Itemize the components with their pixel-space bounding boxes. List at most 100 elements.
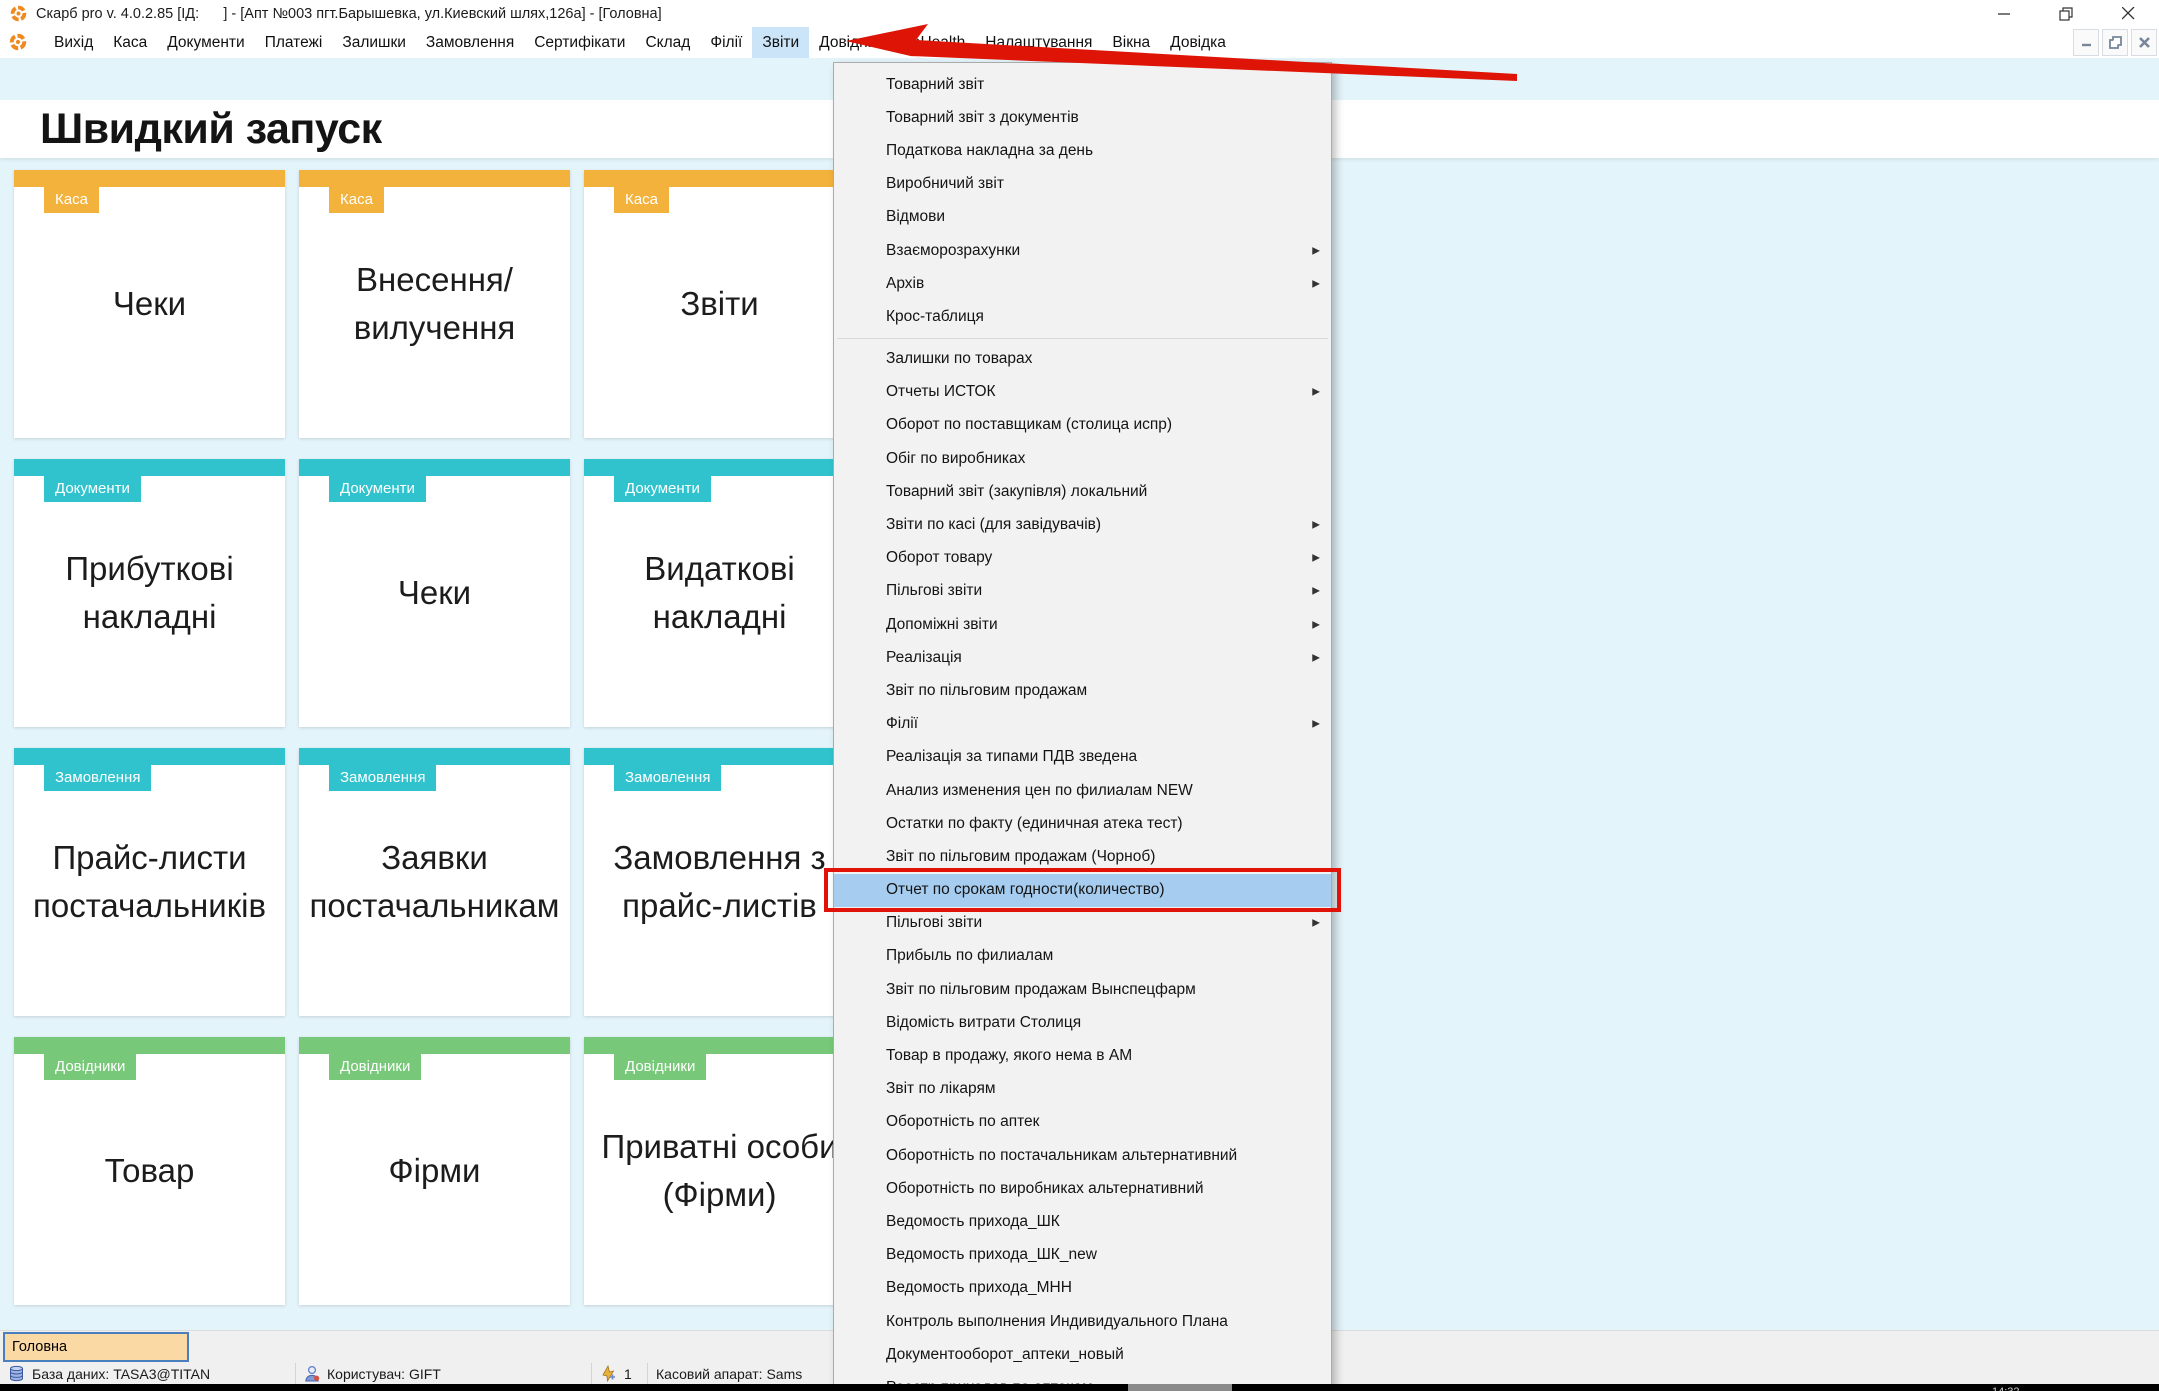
dropdown-menu-item[interactable]: Звіт по лікарям ▶ — [834, 1073, 1331, 1106]
menubar-item[interactable]: Платежі — [255, 27, 333, 58]
dropdown-menu-item[interactable]: Відмови ▶ — [834, 201, 1331, 234]
dropdown-item-label: Ведомость прихода_ШК — [886, 1213, 1060, 1231]
close-button[interactable] — [2097, 0, 2159, 27]
menubar-item[interactable]: Налаштування — [975, 27, 1102, 58]
quick-launch-tile[interactable]: Довідники Товар — [14, 1037, 285, 1305]
user-icon — [304, 1365, 320, 1382]
page-title: Швидкий запуск — [40, 105, 382, 154]
os-taskbar[interactable]: 14:32 — [0, 1384, 2159, 1391]
quick-launch-tile[interactable]: Документи Чеки — [299, 459, 570, 727]
tile-category-bar — [584, 459, 855, 476]
quick-launch-tile[interactable]: Замовлення Замовлення з прайс-листів — [584, 748, 855, 1016]
dropdown-menu-item[interactable]: Оборотність по постачальникам альтернати… — [834, 1139, 1331, 1172]
dropdown-menu-item[interactable]: Контроль выполнения Индивидуального План… — [834, 1305, 1331, 1338]
tile-category-bar — [14, 748, 285, 765]
dropdown-menu-item[interactable]: Оборот по поставщикам (столица испр) ▶ — [834, 409, 1331, 442]
menubar-item-label: Залишки — [342, 34, 406, 52]
dropdown-item-label: Реалізація за типами ПДВ зведена — [886, 748, 1137, 766]
menubar-item-label: Сертифікати — [534, 34, 625, 52]
dropdown-menu-item[interactable]: Виробничий звіт ▶ — [834, 168, 1331, 201]
menubar-item[interactable]: Вихід — [44, 27, 103, 58]
dropdown-menu-item[interactable]: Анализ изменения цен по филиалам NEW ▶ — [834, 774, 1331, 807]
dropdown-menu-item[interactable]: Остатки по факту (единичная атека тест) … — [834, 807, 1331, 840]
quick-launch-tile[interactable]: Довідники Приватні особи (Фірми) — [584, 1037, 855, 1305]
dropdown-menu-item[interactable]: ▶ — [834, 334, 1331, 343]
menubar-item[interactable]: Вікна — [1102, 27, 1160, 58]
quick-launch-tile[interactable]: Довідники Фірми — [299, 1037, 570, 1305]
status-cash-register-count: 1 — [592, 1363, 648, 1384]
dropdown-menu-item[interactable]: Податкова накладна за день ▶ — [834, 134, 1331, 167]
dropdown-menu-item[interactable]: Відомість витрати Столиця ▶ — [834, 1006, 1331, 1039]
dropdown-menu-item[interactable]: Пільгові звіти ▶ — [834, 575, 1331, 608]
dropdown-menu-item[interactable]: Реалізація ▶ — [834, 641, 1331, 674]
taskbar-clock: 14:32 — [1992, 1386, 2020, 1391]
dropdown-menu-item[interactable]: Товарний звіт з документів ▶ — [834, 101, 1331, 134]
menubar-item-label: Документи — [167, 34, 244, 52]
dropdown-menu-item[interactable]: Товар в продажу, якого нема в АМ ▶ — [834, 1039, 1331, 1072]
mdi-minimize-button[interactable] — [2073, 29, 2099, 56]
menubar-item[interactable]: Залишки — [332, 27, 416, 58]
dropdown-menu-item[interactable]: Звіт по пільговим продажам Вынспецфарм ▶ — [834, 973, 1331, 1006]
restore-button[interactable] — [2035, 0, 2097, 27]
dropdown-menu-item[interactable]: Оборот товару ▶ — [834, 542, 1331, 575]
menubar-item[interactable]: Довідка — [1160, 27, 1236, 58]
dropdown-menu-item[interactable]: Допоміжні звіти ▶ — [834, 608, 1331, 641]
tab-golovna[interactable]: Головна — [3, 1332, 189, 1362]
dropdown-menu-item[interactable]: Ведомость прихода_ШК_new ▶ — [834, 1239, 1331, 1272]
mdi-restore-button[interactable] — [2102, 29, 2128, 56]
dropdown-menu-item[interactable]: Звіт по пільговим продажам ▶ — [834, 674, 1331, 707]
submenu-arrow-icon: ▶ — [1312, 553, 1320, 564]
quick-launch-tile[interactable]: Документи Прибуткові накладні — [14, 459, 285, 727]
menubar-item-label: Платежі — [265, 34, 323, 52]
dropdown-menu-item[interactable]: Звіти по касі (для завідувачів) ▶ — [834, 508, 1331, 541]
dropdown-menu-item[interactable]: Звіт по пільговим продажам (Чорноб) ▶ — [834, 840, 1331, 873]
quick-launch-tile[interactable]: Замовлення Заявки постачальникам — [299, 748, 570, 1016]
tile-category-bar — [584, 1037, 855, 1054]
dropdown-menu-item[interactable]: Архів ▶ — [834, 267, 1331, 300]
dropdown-item-label: Звіт по пільговим продажам Вынспецфарм — [886, 981, 1196, 999]
dropdown-menu-item[interactable]: Товарний звіт ▶ — [834, 68, 1331, 101]
menubar-item[interactable]: Документи — [157, 27, 254, 58]
tile-label: Приватні особи (Фірми) — [584, 1123, 855, 1219]
quick-launch-tile[interactable]: Документи Видаткові накладні — [584, 459, 855, 727]
menubar-item[interactable]: Замовлення — [416, 27, 524, 58]
taskbar-app-segment[interactable] — [1128, 1384, 1232, 1391]
menubar-item[interactable]: Каса — [103, 27, 157, 58]
status-user-label: Користувач: GIFT — [327, 1366, 441, 1382]
dropdown-menu-item[interactable]: Взаєморозрахунки ▶ — [834, 234, 1331, 267]
minimize-button[interactable] — [1973, 0, 2035, 27]
menubar-item-label: Філії — [710, 34, 742, 52]
dropdown-menu-item[interactable]: Оборотність по виробниках альтернативний… — [834, 1172, 1331, 1205]
submenu-arrow-icon: ▶ — [1312, 520, 1320, 531]
tile-category-bar — [584, 748, 855, 765]
dropdown-menu-item[interactable]: Ведомость прихода_ШК ▶ — [834, 1205, 1331, 1238]
dropdown-menu-item[interactable]: Оборотність по аптек ▶ — [834, 1106, 1331, 1139]
dropdown-menu-item[interactable]: Товарний звіт (закупівля) локальний ▶ — [834, 475, 1331, 508]
submenu-arrow-icon: ▶ — [1312, 586, 1320, 597]
dropdown-menu-item[interactable]: Ведомость прихода_МНН ▶ — [834, 1272, 1331, 1305]
quick-launch-tile[interactable]: Каса Внесення/вилучення — [299, 170, 570, 438]
menubar-item[interactable]: Склад — [635, 27, 700, 58]
dropdown-menu-item[interactable]: Обіг по виробниках ▶ — [834, 442, 1331, 475]
dropdown-item-label: Філії — [886, 715, 918, 733]
dropdown-menu-item[interactable]: Реалізація за типами ПДВ зведена ▶ — [834, 741, 1331, 774]
menubar-item[interactable]: Довідники — [809, 27, 902, 58]
dropdown-menu-item[interactable]: Залишки по товарах ▶ — [834, 343, 1331, 376]
dropdown-menu-item[interactable]: Крос-таблиця ▶ — [834, 300, 1331, 333]
dropdown-item-label: Товарний звіт — [886, 76, 984, 94]
quick-launch-tile[interactable]: Каса Чеки — [14, 170, 285, 438]
menubar-item[interactable]: Сертифікати — [524, 27, 635, 58]
tile-category-bar — [14, 1037, 285, 1054]
menubar-item[interactable]: eHealth — [902, 27, 975, 58]
dropdown-menu-item[interactable]: Прибыль по филиалам ▶ — [834, 940, 1331, 973]
dropdown-menu-item[interactable]: Отчеты ИСТОК ▶ — [834, 376, 1331, 409]
dropdown-menu-item[interactable]: Філії ▶ — [834, 708, 1331, 741]
menubar-item[interactable]: Філії — [700, 27, 752, 58]
mdi-close-button[interactable] — [2131, 29, 2157, 56]
menubar-item[interactable]: Звіти — [752, 27, 809, 58]
dropdown-menu-item[interactable]: Отчет по срокам годности(количество) ▶ — [834, 874, 1331, 907]
dropdown-menu-item[interactable]: Пільгові звіти ▶ — [834, 907, 1331, 940]
quick-launch-tile[interactable]: Замовлення Прайс-листи постачальників — [14, 748, 285, 1016]
dropdown-menu-item[interactable]: Документооборот_аптеки_новый ▶ — [834, 1338, 1331, 1371]
quick-launch-tile[interactable]: Каса Звіти — [584, 170, 855, 438]
